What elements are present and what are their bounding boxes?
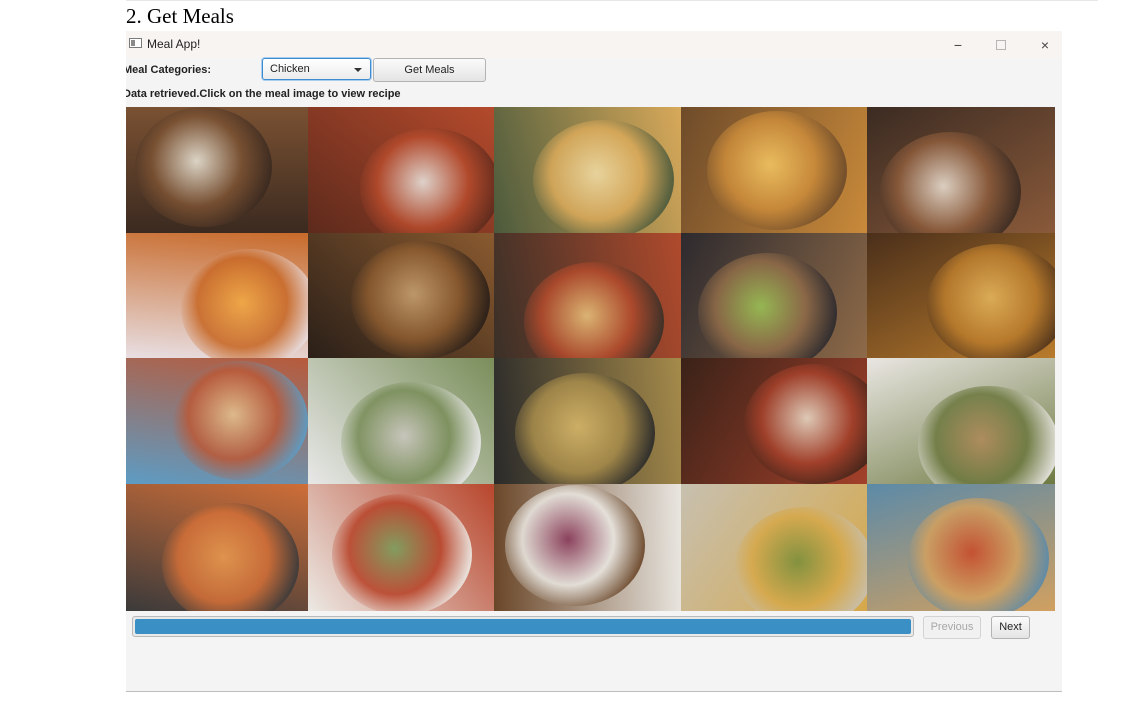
doc-heading: 2. Get Meals xyxy=(126,4,234,28)
meal-image-tile[interactable] xyxy=(681,358,867,484)
meal-plate-icon xyxy=(135,107,272,227)
meal-plate-icon xyxy=(707,110,847,231)
meal-plate-icon xyxy=(171,360,308,481)
meal-plate-icon xyxy=(332,494,472,611)
meal-image-tile[interactable] xyxy=(867,233,1055,358)
meal-image-tile[interactable] xyxy=(681,484,867,611)
meal-plate-icon xyxy=(927,244,1055,358)
meal-plate-icon xyxy=(341,381,481,484)
window-title: Meal App! xyxy=(147,37,201,51)
meal-plate-icon xyxy=(523,261,665,358)
meal-image-tile[interactable] xyxy=(308,358,494,484)
progress-bar-fill xyxy=(135,619,911,634)
status-message: Data retrieved.Click on the meal image t… xyxy=(126,88,401,100)
next-button[interactable]: Next xyxy=(991,616,1030,639)
meal-categories-label: Meal Categories: xyxy=(126,64,212,76)
category-selected-value: Chicken xyxy=(270,63,310,75)
meal-image-tile[interactable] xyxy=(126,358,308,484)
meal-plate-icon xyxy=(744,364,867,484)
get-meals-button[interactable]: Get Meals xyxy=(373,58,486,82)
meal-image-grid xyxy=(126,107,1055,611)
meal-image-tile[interactable] xyxy=(867,107,1055,233)
meal-plate-icon xyxy=(697,253,838,358)
meal-plate-icon xyxy=(908,497,1050,611)
meal-plate-icon xyxy=(360,128,494,233)
maximize-button[interactable] xyxy=(979,31,1023,58)
meal-plate-icon xyxy=(350,240,491,358)
meal-image-tile[interactable] xyxy=(494,233,681,358)
meal-image-tile[interactable] xyxy=(494,484,681,611)
meal-image-tile[interactable] xyxy=(494,358,681,484)
meal-app-window: Meal App! − × Meal Categories: Chicken G… xyxy=(126,31,1062,692)
maximize-icon xyxy=(996,39,1006,50)
progress-bar xyxy=(132,616,914,637)
meal-image-tile[interactable] xyxy=(126,484,308,611)
close-button[interactable]: × xyxy=(1023,31,1062,58)
previous-button[interactable]: Previous xyxy=(923,616,981,639)
category-dropdown[interactable]: Chicken xyxy=(262,58,371,80)
chevron-down-icon xyxy=(354,68,362,72)
meal-plate-icon xyxy=(180,249,308,358)
meal-image-tile[interactable] xyxy=(494,107,681,233)
meal-plate-icon xyxy=(533,119,674,233)
meal-plate-icon xyxy=(917,385,1055,484)
meal-plate-icon xyxy=(734,506,867,611)
meal-image-tile[interactable] xyxy=(126,233,308,358)
meal-image-tile[interactable] xyxy=(681,107,867,233)
meal-plate-icon xyxy=(162,503,299,611)
meal-plate-icon xyxy=(880,132,1022,233)
meal-image-tile[interactable] xyxy=(867,484,1055,611)
meal-plate-icon xyxy=(505,485,646,606)
meal-plate-icon xyxy=(514,373,655,484)
top-rule xyxy=(126,0,1098,1)
meal-image-tile[interactable] xyxy=(308,484,494,611)
meal-image-tile[interactable] xyxy=(681,233,867,358)
meal-image-tile[interactable] xyxy=(308,107,494,233)
meal-image-tile[interactable] xyxy=(126,107,308,233)
meal-image-tile[interactable] xyxy=(308,233,494,358)
title-bar: Meal App! − × xyxy=(126,31,1062,58)
meal-image-tile[interactable] xyxy=(867,358,1055,484)
app-window-icon xyxy=(129,38,142,48)
minimize-button[interactable]: − xyxy=(936,31,980,58)
